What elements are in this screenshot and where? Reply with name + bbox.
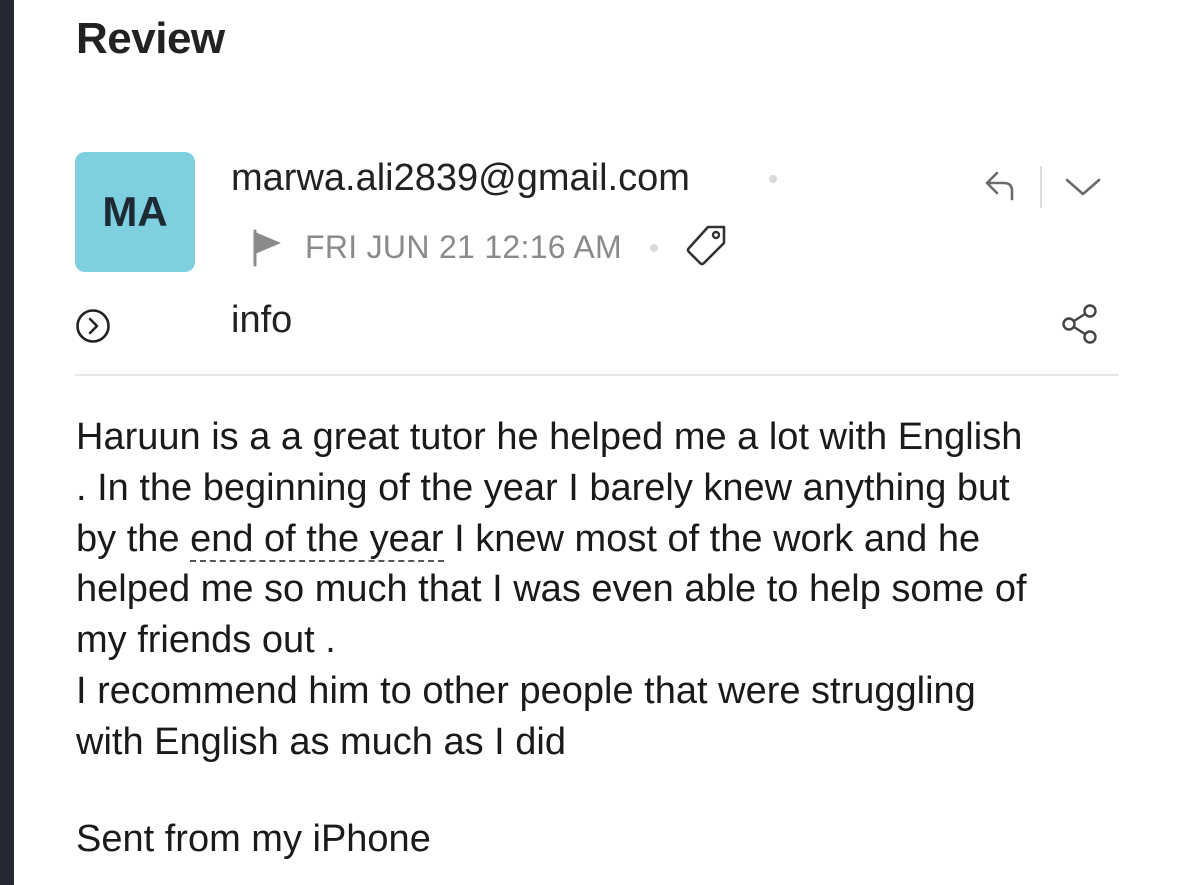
recipient[interactable]: info	[231, 299, 292, 342]
reply-icon[interactable]	[980, 166, 1020, 211]
body-line: helped me so much that I was even able t…	[76, 568, 1027, 611]
chevron-down-icon[interactable]	[1063, 174, 1103, 205]
body-line: Haruun is a a great tutor he helped me a…	[76, 416, 1023, 458]
message-body: Haruun is a a great tutor he helped me a…	[76, 412, 1136, 768]
page-title: Review	[76, 14, 225, 63]
body-line: with English as much as I did	[76, 720, 567, 763]
tag-icon[interactable]	[684, 222, 730, 275]
email-signature: Sent from my iPhone	[76, 818, 431, 860]
window-edge	[0, 0, 14, 885]
body-line: . In the beginning of the year I barely …	[76, 466, 1010, 509]
body-line: my friends out .	[76, 619, 336, 662]
sender-avatar: MA	[75, 152, 195, 272]
detected-date-link[interactable]: end of the year	[190, 517, 444, 562]
toolbar-separator	[1040, 166, 1042, 208]
unread-dot	[769, 175, 777, 183]
body-text-segment: I knew most of the work and he	[443, 517, 981, 560]
flag-icon[interactable]	[251, 227, 285, 272]
message-date: FRI JUN 21 12:16 AM	[305, 229, 622, 265]
header-divider	[75, 374, 1119, 376]
body-text-segment: by the	[76, 517, 191, 560]
body-line: I recommend him to other people that wer…	[76, 669, 976, 712]
share-icon[interactable]	[1060, 303, 1100, 350]
body-line: by the end of the year I knew most of th…	[76, 514, 1136, 565]
separator-dot	[650, 244, 658, 252]
sender-email[interactable]: marwa.ali2839@gmail.com	[231, 157, 690, 200]
expand-details-icon[interactable]	[75, 308, 111, 349]
